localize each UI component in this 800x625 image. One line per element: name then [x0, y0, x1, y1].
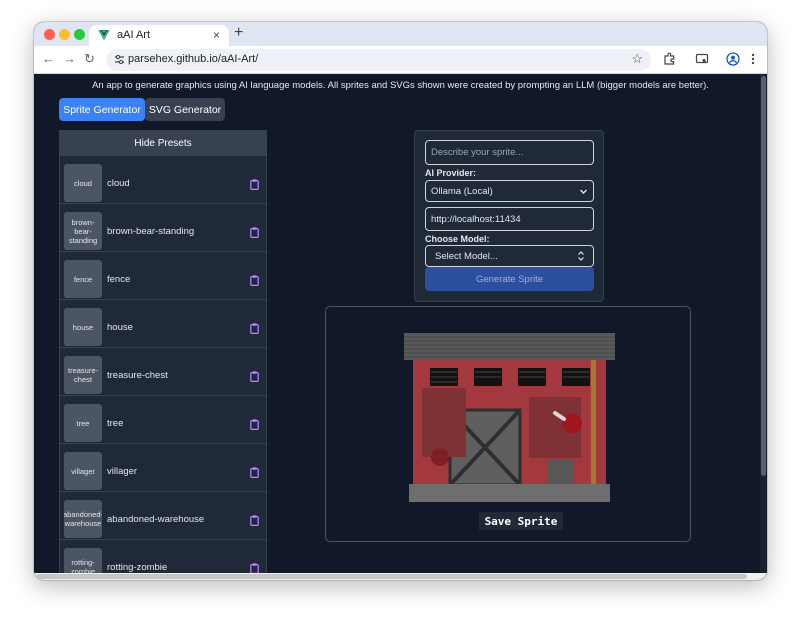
browser-menu-icon[interactable]	[750, 52, 756, 71]
clipboard-icon[interactable]	[250, 369, 259, 387]
media-controls-icon[interactable]	[695, 52, 709, 71]
preset-thumbnail: abandoned-​warehouse	[64, 500, 102, 538]
vertical-scrollbar-thumb[interactable]	[761, 76, 766, 476]
clipboard-icon[interactable]	[250, 465, 259, 483]
address-bar[interactable]: parsehex.github.io/aAI-Art/ ☆	[106, 49, 651, 71]
tab-bar: aAI Art × +	[34, 22, 767, 46]
model-select[interactable]: Select Model...	[425, 245, 594, 267]
chevron-down-icon	[579, 187, 588, 199]
preset-thumbnail: rotting-​zombie	[64, 548, 102, 573]
preset-name: tree	[107, 418, 124, 429]
presets-panel: Hide Presets cloud cloud brown-​bear-​st…	[59, 130, 267, 573]
intro-text: An app to generate graphics using AI lan…	[92, 80, 709, 91]
preset-name: rotting-zombie	[107, 562, 168, 573]
preset-name: house	[107, 322, 133, 333]
browser-tab[interactable]: aAI Art ×	[89, 25, 229, 46]
sprite-generator-tab[interactable]: Sprite Generator	[59, 98, 145, 121]
browser-window: aAI Art × + ← → ↻ parsehex.github.io/aAI…	[34, 22, 767, 580]
profile-avatar-icon[interactable]	[726, 52, 740, 71]
svg-generator-tab[interactable]: SVG Generator	[145, 98, 225, 121]
preset-item[interactable]: abandoned-​warehouse abandoned-warehouse	[60, 492, 266, 540]
vue-logo-icon	[98, 30, 110, 44]
preset-item[interactable]: villager villager	[60, 444, 266, 492]
bookmark-star-icon[interactable]: ☆	[631, 51, 643, 67]
url-text: parsehex.github.io/aAI-Art/	[128, 53, 259, 65]
tab-title: aAI Art	[117, 29, 151, 41]
generate-sprite-button[interactable]: Generate Sprite	[425, 267, 594, 291]
close-window-button[interactable]	[44, 29, 55, 40]
back-button[interactable]: ←	[42, 51, 55, 66]
tab-close-icon[interactable]: ×	[213, 28, 220, 42]
minimize-window-button[interactable]	[59, 29, 70, 40]
up-down-chevron-icon	[577, 250, 585, 265]
generator-form: Describe your sprite... AI Provider: Oll…	[414, 130, 604, 302]
preset-item[interactable]: fence fence	[60, 252, 266, 300]
clipboard-icon[interactable]	[250, 513, 259, 531]
preset-thumbnail: tree	[64, 404, 102, 442]
clipboard-icon[interactable]	[250, 561, 259, 573]
browser-toolbar: ← → ↻ parsehex.github.io/aAI-Art/ ☆	[34, 46, 767, 74]
preset-item[interactable]: tree tree	[60, 396, 266, 444]
new-tab-button[interactable]: +	[234, 24, 243, 42]
clipboard-icon[interactable]	[250, 177, 259, 195]
preset-name: villager	[107, 466, 138, 477]
model-select-value: Select Model...	[435, 250, 498, 262]
preset-item[interactable]: treasure-​chest treasure-chest	[60, 348, 266, 396]
clipboard-icon[interactable]	[250, 273, 259, 291]
clipboard-icon[interactable]	[250, 225, 259, 243]
page-viewport: An app to generate graphics using AI lan…	[34, 74, 767, 573]
preset-name: treasure-chest	[107, 370, 168, 381]
preset-thumbnail: house	[64, 308, 102, 346]
preset-name: abandoned-warehouse	[107, 514, 205, 525]
ai-provider-label: AI Provider:	[425, 168, 477, 178]
preset-name: cloud	[107, 178, 130, 189]
sprite-preview-panel: Save Sprite	[325, 306, 691, 542]
horizontal-scrollbar[interactable]	[34, 573, 767, 580]
preset-item[interactable]: cloud cloud	[60, 156, 266, 204]
preset-name: fence	[107, 274, 131, 285]
clipboard-icon[interactable]	[250, 321, 259, 339]
preset-thumbnail: villager	[64, 452, 102, 490]
sprite-prompt-input[interactable]: Describe your sprite...	[425, 140, 594, 165]
warehouse-sprite-image	[404, 333, 616, 514]
preset-thumbnail: cloud	[64, 164, 102, 202]
ai-provider-select[interactable]: Ollama (Local)	[425, 180, 594, 202]
hide-presets-button[interactable]: Hide Presets	[60, 131, 266, 156]
maximize-window-button[interactable]	[74, 29, 85, 40]
preset-thumbnail: fence	[64, 260, 102, 298]
vertical-scrollbar[interactable]	[760, 74, 767, 573]
site-settings-icon[interactable]	[114, 53, 125, 71]
extensions-icon[interactable]	[662, 52, 676, 71]
save-sprite-button[interactable]: Save Sprite	[479, 512, 563, 530]
reload-button[interactable]: ↻	[84, 51, 95, 67]
preset-item[interactable]: house house	[60, 300, 266, 348]
forward-button[interactable]: →	[63, 51, 76, 66]
preset-item[interactable]: rotting-​zombie rotting-zombie	[60, 540, 266, 573]
choose-model-label: Choose Model:	[425, 234, 490, 244]
horizontal-scrollbar-thumb[interactable]	[36, 574, 747, 579]
preset-name: brown-bear-standing	[107, 226, 195, 237]
preset-thumbnail: brown-​bear-​standing	[64, 212, 102, 250]
preset-item[interactable]: brown-​bear-​standing brown-bear-standin…	[60, 204, 266, 252]
clipboard-icon[interactable]	[250, 417, 259, 435]
endpoint-url-input[interactable]: http://localhost:11434	[425, 207, 594, 231]
preset-thumbnail: treasure-​chest	[64, 356, 102, 394]
ai-provider-value: Ollama (Local)	[431, 185, 493, 197]
